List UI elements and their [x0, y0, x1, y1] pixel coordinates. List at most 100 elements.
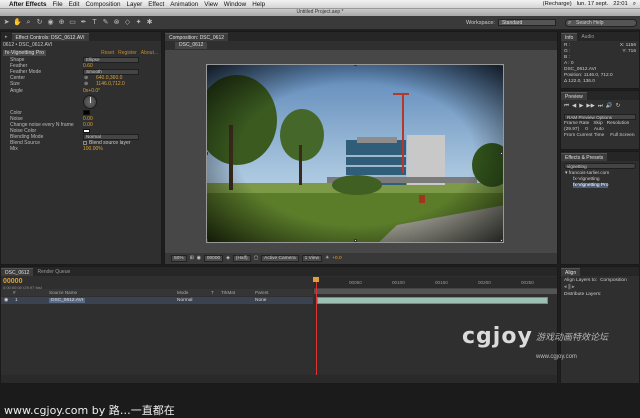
from-current-time-checkbox[interactable]: From Current Time — [564, 133, 604, 139]
channel-icon[interactable]: ◈ — [226, 256, 230, 261]
brush-tool-icon[interactable]: ✎ — [101, 18, 110, 27]
next-frame-icon[interactable]: ▶▶ — [586, 103, 594, 110]
menu-animation[interactable]: Animation — [170, 1, 198, 8]
menu-window[interactable]: Window — [224, 1, 246, 8]
layer-name[interactable]: DSC_0612.AVI — [49, 298, 86, 303]
layer-mode[interactable]: Normal — [177, 298, 192, 303]
pan-behind-tool-icon[interactable]: ⊕ — [57, 18, 66, 27]
pen-tool-icon[interactable]: ✒ — [79, 18, 88, 27]
layer-duration-bar[interactable] — [317, 297, 548, 304]
tab-render-queue[interactable]: Render Queue — [33, 268, 74, 276]
tree-item-fx-vignetting-pro[interactable]: fx-Vignetting Pro — [573, 183, 609, 188]
magnification-dropdown[interactable]: 50% — [171, 255, 187, 262]
effect-name[interactable]: fx-Vignetting Pro — [3, 50, 47, 56]
tab-info[interactable]: Info — [561, 33, 578, 41]
view-layout-dropdown[interactable]: 1 View — [301, 255, 322, 262]
transform-handle[interactable] — [207, 152, 208, 155]
snapshot-icon[interactable]: ◉ — [197, 256, 201, 261]
exposure-value[interactable]: +0.0 — [332, 256, 341, 261]
noise-color-swatch[interactable] — [83, 128, 90, 134]
search-help-input[interactable]: ⌕ Search Help — [565, 19, 637, 27]
menu-composition[interactable]: Composition — [85, 1, 120, 8]
eraser-tool-icon[interactable]: ◇ — [123, 18, 132, 27]
checkbox-box[interactable] — [83, 141, 87, 146]
footage-frame[interactable] — [206, 64, 504, 243]
tab-audio[interactable]: Audio — [577, 33, 598, 41]
rotate-tool-icon[interactable]: ↻ — [35, 18, 44, 27]
timeline-layer-row[interactable]: ◉ 1 DSC_0612.AVI Normal None — [1, 297, 313, 304]
transform-handle[interactable] — [207, 239, 208, 242]
eye-icon[interactable]: ◉ — [4, 298, 8, 303]
prev-frame-icon[interactable]: ◀ — [572, 103, 576, 110]
spotlight-icon[interactable]: ⌕ — [633, 1, 636, 8]
zoom-tool-icon[interactable]: ⌕ — [24, 18, 33, 27]
preview-mode-dropdown[interactable]: RAM Preview Options — [564, 114, 636, 120]
transform-handle[interactable] — [500, 239, 503, 242]
tab-effects-presets[interactable]: Effects & Presets — [561, 153, 608, 161]
composition-viewer[interactable] — [165, 50, 557, 253]
menu-app-name[interactable]: After Effects — [9, 1, 46, 8]
first-frame-icon[interactable]: ⏮ — [564, 103, 569, 110]
feather-mode-dropdown[interactable]: Smooth — [83, 69, 139, 75]
workspace-dropdown[interactable]: Standard — [497, 19, 556, 26]
color-swatch[interactable] — [83, 110, 90, 115]
timeline-current-time[interactable]: 00000 — [3, 278, 22, 285]
tab-preview[interactable]: Preview — [561, 92, 587, 100]
menu-help[interactable]: Help — [252, 1, 265, 8]
work-area-bar[interactable] — [314, 289, 557, 294]
angle-dial[interactable] — [83, 94, 97, 109]
camera-tool-icon[interactable]: ◉ — [46, 18, 55, 27]
align-right-icon[interactable]: ⫸ — [572, 285, 575, 290]
mix-value[interactable]: 100.00% — [83, 146, 103, 152]
col-source-name[interactable]: Source Name — [49, 290, 77, 295]
tab-timeline-comp[interactable]: DSC_0612 — [1, 268, 34, 276]
region-of-interest-icon[interactable]: ▢ — [254, 256, 259, 261]
roto-brush-icon[interactable]: ✦ — [134, 18, 143, 27]
type-tool-icon[interactable]: T — [90, 18, 99, 27]
transform-handle[interactable] — [500, 65, 503, 66]
clone-tool-icon[interactable]: ⊗ — [112, 18, 121, 27]
transform-handle[interactable] — [354, 239, 357, 242]
camera-dropdown[interactable]: Active Camera — [261, 255, 299, 262]
align-center-icon[interactable]: ⫼ — [568, 285, 570, 290]
timeline-zoom-bar[interactable] — [1, 375, 557, 383]
grid-icon[interactable]: ⊞ — [190, 256, 194, 261]
menu-layer[interactable]: Layer — [126, 1, 142, 8]
full-screen-checkbox[interactable]: Full Screen — [610, 133, 634, 139]
current-time-indicator[interactable] — [313, 277, 319, 381]
play-icon[interactable]: ▶ — [579, 103, 583, 110]
last-frame-icon[interactable]: ⏭ — [598, 103, 603, 110]
current-time-display[interactable]: 00000 — [203, 255, 224, 262]
mask-tool-icon[interactable]: ▭ — [68, 18, 77, 27]
effects-search-input[interactable]: vignetting — [564, 163, 636, 169]
puppet-tool-icon[interactable]: ✱ — [145, 18, 154, 27]
menu-view[interactable]: View — [204, 1, 218, 8]
menu-file[interactable]: File — [52, 1, 62, 8]
transform-handle[interactable] — [354, 65, 357, 66]
effect-reset-link[interactable]: Reset — [101, 50, 114, 56]
effect-register-link[interactable]: Register — [118, 50, 137, 56]
tab-align[interactable]: Align — [561, 268, 581, 276]
transform-handle[interactable] — [207, 65, 208, 66]
composition-navigator-tab[interactable]: DSC_0612 — [175, 41, 208, 49]
tab-composition[interactable]: Composition: DSC_0612 — [165, 33, 229, 41]
resolution-dropdown[interactable]: (Half) — [232, 255, 251, 262]
menu-edit[interactable]: Edit — [69, 1, 80, 8]
effect-about-link[interactable]: About... — [141, 50, 158, 56]
shape-dropdown[interactable]: Ellipse — [83, 57, 139, 63]
align-left-icon[interactable]: ⫷ — [564, 285, 567, 290]
tab-effect-controls[interactable]: Effect Controls: DSC_0612.AVI — [11, 33, 89, 41]
hand-tool-icon[interactable]: ✋ — [13, 18, 22, 27]
selection-tool-icon[interactable]: ➤ — [2, 18, 11, 27]
exposure-icon[interactable]: ☀ — [325, 256, 329, 261]
audio-icon[interactable]: 🔊 — [606, 103, 613, 110]
align-target-dropdown[interactable]: Composition — [600, 277, 627, 284]
blending-mode-dropdown[interactable]: Normal — [83, 134, 139, 140]
layer-parent[interactable]: None — [255, 298, 266, 303]
loop-icon[interactable]: ↻ — [616, 103, 621, 110]
cgjoy-logo-tagline: 游戏动画特效论坛 — [536, 332, 609, 342]
transform-handle[interactable] — [500, 152, 503, 155]
tab-project[interactable]: ▸ — [1, 33, 12, 41]
menu-effect[interactable]: Effect — [148, 1, 164, 8]
time-ruler[interactable]: 00050 00100 00150 00200 00250 — [314, 277, 557, 289]
